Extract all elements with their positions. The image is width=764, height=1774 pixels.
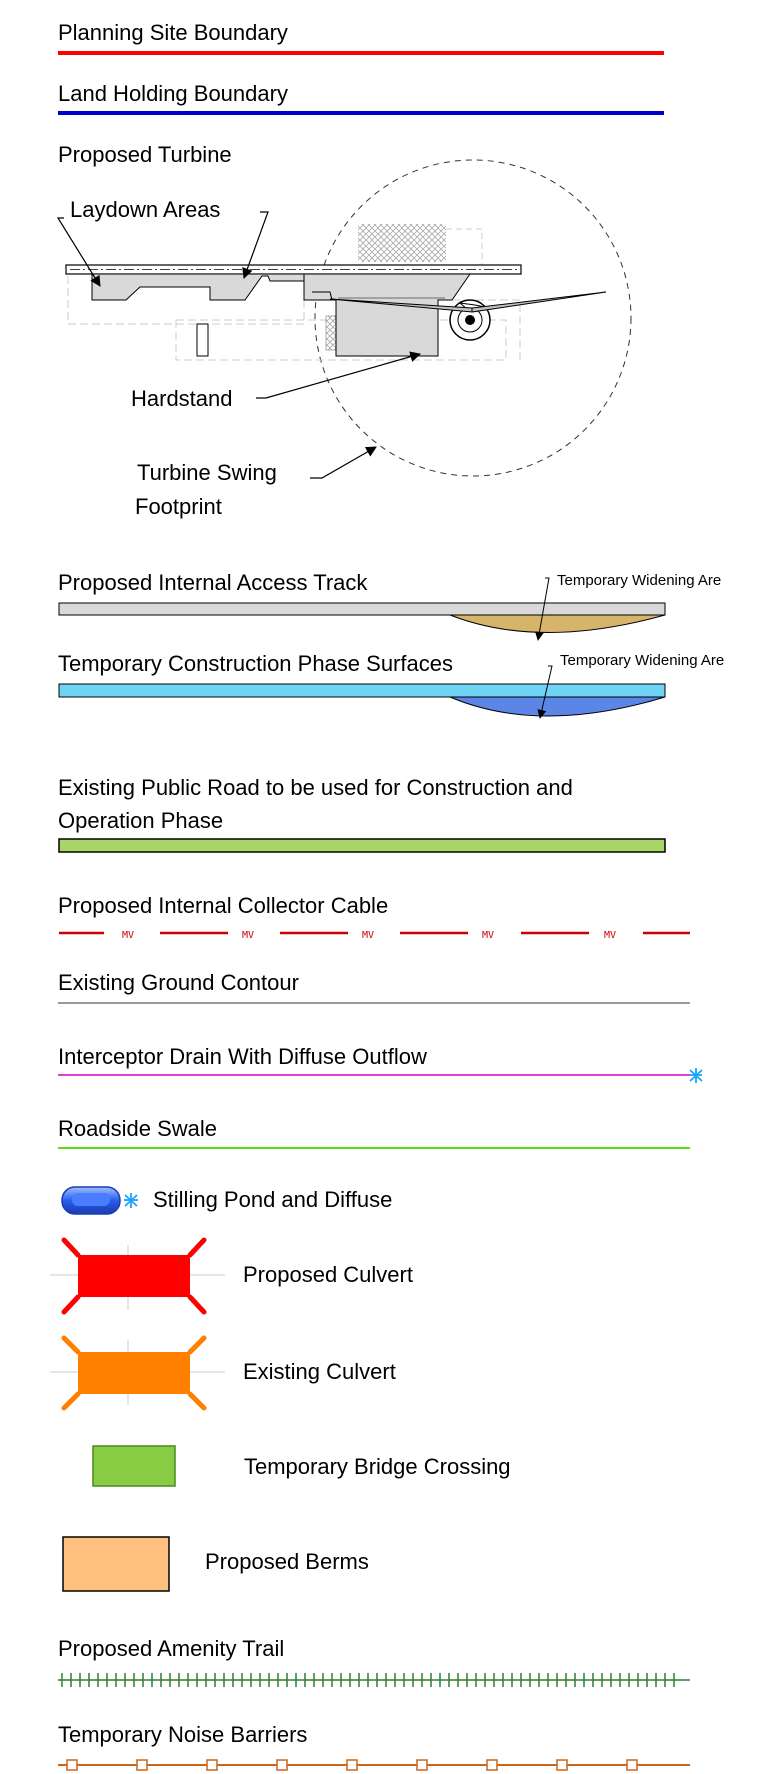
- construction-surfaces-widening-label: Temporary Widening Are: [560, 652, 725, 669]
- amenity-trail-line: [58, 1673, 690, 1687]
- turbine-swing-label-line1: Turbine Swing: [137, 460, 277, 485]
- proposed-turbine-label: Proposed Turbine: [58, 142, 232, 167]
- existing-culvert-label: Existing Culvert: [243, 1359, 396, 1384]
- laydown-area-shape: [91, 273, 305, 301]
- turbine-swing-label-line2: Footprint: [135, 494, 222, 519]
- noise-barriers-label: Temporary Noise Barriers: [58, 1722, 308, 1747]
- land-holding-boundary-label: Land Holding Boundary: [58, 81, 288, 106]
- noise-barriers-line: [58, 1759, 690, 1771]
- noise-barrier-post: [66, 1759, 78, 1771]
- svg-text:MV: MV: [482, 930, 494, 941]
- svg-text:MV: MV: [242, 930, 254, 941]
- svg-text:MV: MV: [122, 930, 134, 941]
- noise-barrier-post: [556, 1759, 568, 1771]
- hardstand-label: Hardstand: [131, 386, 233, 411]
- access-track-widening-label: Temporary Widening Are: [557, 572, 722, 589]
- public-road-label-line1: Existing Public Road to be used for Cons…: [58, 775, 573, 800]
- proposed-culvert-label: Proposed Culvert: [243, 1262, 413, 1287]
- noise-barrier-post: [206, 1759, 218, 1771]
- roadside-swale-label: Roadside Swale: [58, 1116, 217, 1141]
- construction-surfaces-label: Temporary Construction Phase Surfaces: [58, 651, 453, 676]
- svg-text:MV: MV: [362, 930, 374, 941]
- interceptor-drain-label: Interceptor Drain With Diffuse Outflow: [58, 1044, 427, 1069]
- noise-barrier-post: [416, 1759, 428, 1771]
- proposed-culvert-icon: [50, 1237, 225, 1315]
- legend-graphics: MV MV MV MV MV: [50, 51, 703, 1771]
- collector-cable-label: Proposed Internal Collector Cable: [58, 893, 389, 918]
- pond-outflow-icon: [124, 1193, 138, 1208]
- public-road-label-line2: Operation Phase: [58, 808, 224, 833]
- noise-barrier-post: [486, 1759, 498, 1771]
- diffuse-outflow-icon: [689, 1068, 703, 1083]
- stilling-pond-label: Stilling Pond and Diffuse: [153, 1187, 393, 1212]
- bridge-crossing-label: Temporary Bridge Crossing: [244, 1454, 511, 1479]
- hardstand-leader: [256, 351, 422, 399]
- laydown-leader-left: [56, 217, 101, 287]
- noise-barrier-post: [136, 1759, 148, 1771]
- collector-cable-markers: MV MV MV MV MV: [122, 930, 616, 941]
- proposed-berms-label: Proposed Berms: [205, 1549, 369, 1574]
- crane-pad-hatch: [358, 224, 446, 262]
- public-road-bar: [58, 838, 666, 853]
- construction-surface-widening: [449, 696, 666, 717]
- proposed-berms-icon: [62, 1536, 170, 1592]
- planning-site-boundary-label: Planning Site Boundary: [58, 20, 288, 45]
- existing-culvert-icon: [50, 1335, 225, 1411]
- noise-barrier-post: [626, 1759, 638, 1771]
- turbine-blade-right: [471, 291, 607, 313]
- construction-surface-bar: [58, 683, 666, 698]
- svg-text:MV: MV: [604, 930, 616, 941]
- swing-leader: [310, 446, 377, 479]
- noise-barrier-post: [276, 1759, 288, 1771]
- bridge-crossing-icon: [92, 1445, 176, 1487]
- noise-barrier-post: [346, 1759, 358, 1771]
- access-track-widening: [449, 614, 666, 633]
- amenity-trail-label: Proposed Amenity Trail: [58, 1636, 285, 1661]
- access-track-label: Proposed Internal Access Track: [58, 570, 368, 595]
- ground-contour-label: Existing Ground Contour: [58, 970, 299, 995]
- access-track-bar: [58, 602, 666, 616]
- laydown-areas-label: Laydown Areas: [70, 197, 221, 222]
